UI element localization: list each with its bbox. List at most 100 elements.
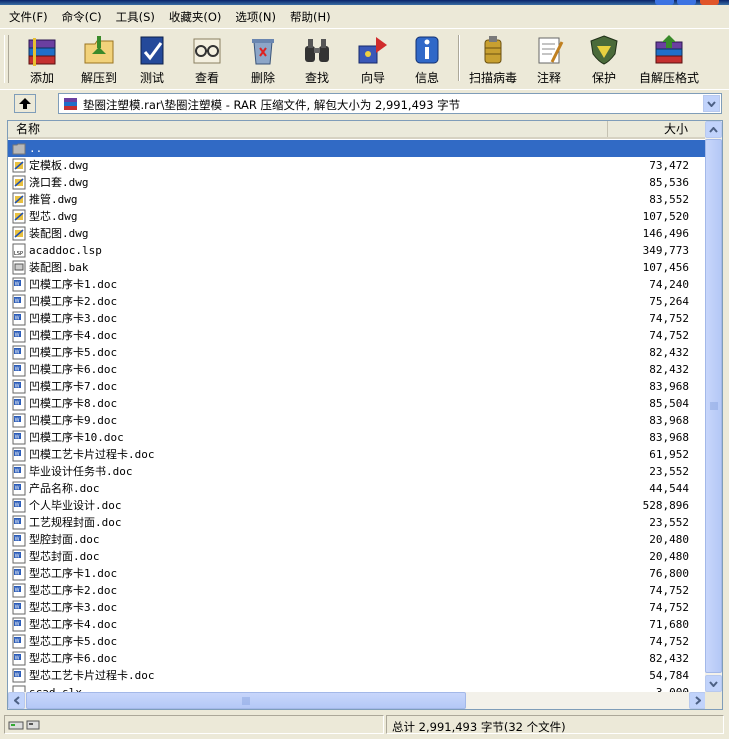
word-doc-icon: W: [12, 634, 26, 649]
menu-file[interactable]: 文件(F): [4, 9, 53, 25]
column-header: 名称 大小: [8, 121, 706, 139]
address-row: 垫圈注塑模.rar\垫圈注塑模 - RAR 压缩文件, 解包大小为 2,991,…: [0, 89, 729, 118]
file-size: 146,496: [642, 227, 689, 240]
test-button[interactable]: 测试: [128, 31, 176, 87]
file-row[interactable]: 装配图.dwg 146,496: [8, 225, 706, 242]
delete-label: 删除: [250, 71, 275, 85]
wizard-button[interactable]: 向导: [346, 31, 400, 87]
file-name: 凹模工序卡5.doc: [29, 346, 118, 359]
menu-favorites[interactable]: 收藏夹(O): [164, 9, 227, 25]
svg-text:W: W: [15, 349, 20, 355]
toolbar-grip[interactable]: [4, 35, 9, 83]
menu-tools[interactable]: 工具(S): [111, 9, 160, 25]
file-row[interactable]: 定模板.dwg 73,472: [8, 157, 706, 174]
file-row[interactable]: W 型芯工序卡4.doc 71,680: [8, 616, 706, 633]
file-row[interactable]: W 型芯工序卡3.doc 74,752: [8, 599, 706, 616]
file-size: 76,800: [649, 567, 689, 580]
file-row[interactable]: W 凹模工序卡8.doc 85,504: [8, 395, 706, 412]
info-button[interactable]: 信息: [404, 31, 450, 87]
file-row[interactable]: W 型芯工序卡6.doc 82,432: [8, 650, 706, 667]
file-row[interactable]: W 型芯工艺卡片过程卡.doc 54,784: [8, 667, 706, 684]
delete-button[interactable]: 删除: [238, 31, 288, 87]
comment-button[interactable]: 注释: [526, 31, 572, 87]
column-name-header[interactable]: 名称: [8, 121, 608, 137]
file-row[interactable]: LSP acaddoc.lsp 349,773: [8, 242, 706, 259]
file-name: 凹模工序卡2.doc: [29, 295, 118, 308]
file-row[interactable]: W 凹模工序卡1.doc 74,240: [8, 276, 706, 293]
file-row[interactable]: W 产品名称.doc 44,544: [8, 480, 706, 497]
file-row[interactable]: W 凹模工序卡3.doc 74,752: [8, 310, 706, 327]
file-row[interactable]: W 凹模工序卡5.doc 82,432: [8, 344, 706, 361]
file-row[interactable]: 型芯.dwg 107,520: [8, 208, 706, 225]
file-row[interactable]: 装配图.bak 107,456: [8, 259, 706, 276]
parent-folder-row[interactable]: ..: [8, 140, 706, 157]
menu-commands[interactable]: 命令(C): [57, 9, 107, 25]
toolbar-separator: [458, 35, 460, 81]
close-button[interactable]: [700, 0, 719, 5]
status-total-text: 总计 2,991,493 字节(32 个文件): [392, 720, 566, 734]
word-doc-icon: W: [12, 447, 26, 462]
file-size: 85,504: [649, 397, 689, 410]
horizontal-scrollbar[interactable]: [8, 692, 706, 709]
add-button[interactable]: 添加: [14, 31, 70, 87]
word-doc-icon: W: [12, 362, 26, 377]
protect-button[interactable]: 保护: [580, 31, 628, 87]
file-row[interactable]: W 型芯工序卡1.doc 76,800: [8, 565, 706, 582]
sfx-button[interactable]: 自解压格式: [636, 31, 702, 87]
chevron-left-icon: [13, 696, 20, 705]
word-doc-icon: W: [12, 617, 26, 632]
address-combobox[interactable]: 垫圈注塑模.rar\垫圈注塑模 - RAR 压缩文件, 解包大小为 2,991,…: [58, 93, 722, 114]
menu-help[interactable]: 帮助(H): [285, 9, 336, 25]
horizontal-scroll-thumb[interactable]: [26, 692, 466, 709]
word-doc-icon: W: [12, 651, 26, 666]
view-button[interactable]: 查看: [182, 31, 232, 87]
file-row[interactable]: W 型芯工序卡5.doc 74,752: [8, 633, 706, 650]
file-row[interactable]: 推管.dwg 83,552: [8, 191, 706, 208]
menu-options[interactable]: 选项(N): [230, 9, 281, 25]
vertical-scroll-thumb[interactable]: [705, 139, 722, 673]
file-row[interactable]: W 凹模工序卡6.doc 82,432: [8, 361, 706, 378]
svg-text:W: W: [15, 383, 20, 389]
scroll-left-button[interactable]: [8, 692, 25, 709]
view-label: 查看: [194, 71, 219, 85]
chevron-down-icon: [709, 680, 718, 687]
file-row[interactable]: W 型芯封面.doc 20,480: [8, 548, 706, 565]
file-row[interactable]: W 型腔封面.doc 20,480: [8, 531, 706, 548]
word-doc-icon: W: [12, 294, 26, 309]
find-button[interactable]: 查找: [292, 31, 342, 87]
extract-to-label: 解压到: [80, 71, 117, 85]
scan-virus-button[interactable]: 扫描病毒: [466, 31, 520, 87]
file-row[interactable]: W 凹模工序卡7.doc 83,968: [8, 378, 706, 395]
file-size: 83,968: [649, 431, 689, 444]
file-name: 型芯.dwg: [29, 210, 78, 223]
scroll-down-button[interactable]: [705, 675, 722, 692]
file-row[interactable]: W 毕业设计任务书.doc 23,552: [8, 463, 706, 480]
file-row[interactable]: W 型芯工序卡2.doc 74,752: [8, 582, 706, 599]
file-row[interactable]: W 凹模工序卡4.doc 74,752: [8, 327, 706, 344]
file-row[interactable]: W 个人毕业设计.doc 528,896: [8, 497, 706, 514]
svg-text:W: W: [15, 451, 20, 457]
scroll-right-button[interactable]: [689, 692, 706, 709]
file-name: 凹模工序卡8.doc: [29, 397, 118, 410]
file-row[interactable]: W 凹模工艺卡片过程卡.doc 61,952: [8, 446, 706, 463]
extract-to-button[interactable]: 解压到: [72, 31, 126, 87]
sfx-books-icon: [652, 34, 686, 66]
vertical-scrollbar[interactable]: [705, 121, 722, 692]
winrar-window: 文件(F) 命令(C) 工具(S) 收藏夹(O) 选项(N) 帮助(H) 添加: [0, 0, 729, 739]
file-row[interactable]: W 凹模工序卡2.doc 75,264: [8, 293, 706, 310]
column-size-header[interactable]: 大小: [608, 121, 706, 137]
recycle-delete-icon: [246, 34, 280, 66]
scroll-up-button[interactable]: [705, 121, 722, 138]
file-row[interactable]: W 凹模工序卡9.doc 83,968: [8, 412, 706, 429]
file-size: 23,552: [649, 465, 689, 478]
maximize-button[interactable]: [677, 0, 696, 5]
file-row[interactable]: W 凹模工序卡10.doc 83,968: [8, 429, 706, 446]
svg-text:W: W: [15, 621, 20, 627]
minimize-button[interactable]: [655, 0, 674, 5]
up-folder-button[interactable]: [14, 94, 36, 113]
file-list[interactable]: 名称 大小 .. 定模板.dwg 73,472 浇口套.dwg 85,536 推管.dwg…: [7, 120, 723, 710]
file-row[interactable]: W 工艺规程封面.doc 23,552: [8, 514, 706, 531]
address-dropdown-button[interactable]: [703, 95, 720, 112]
file-name: 型芯工艺卡片过程卡.doc: [29, 669, 155, 682]
file-row[interactable]: 浇口套.dwg 85,536: [8, 174, 706, 191]
